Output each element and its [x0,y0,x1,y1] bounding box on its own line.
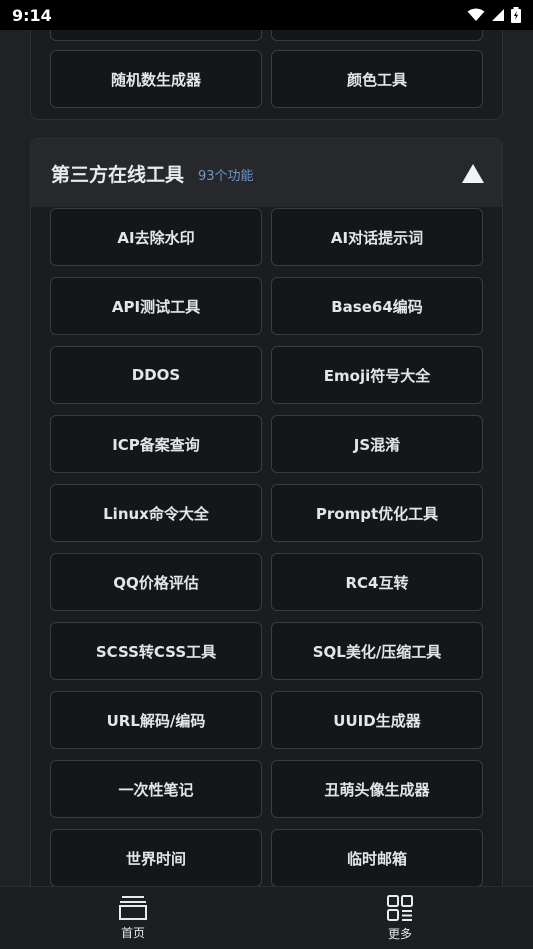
tool-button[interactable]: Emoji符号大全 [271,346,483,404]
tool-button-label: Emoji符号大全 [323,366,431,385]
tool-button-label: 颜色工具 [346,70,407,89]
tool-button[interactable]: AI对话提示词 [271,208,483,266]
tool-button[interactable]: Base64编码 [271,277,483,335]
tool-button-label: 临时邮箱 [346,849,407,868]
tool-button-partial[interactable] [50,30,262,41]
battery-icon [511,7,521,23]
home-icon [119,895,147,920]
tool-button[interactable]: QQ价格评估 [50,553,262,611]
section-count: 93个功能 [198,169,254,184]
tool-button[interactable]: Prompt优化工具 [271,484,483,542]
tool-button[interactable]: AI去除水印 [50,208,262,266]
bottom-nav: 首页 更多 [0,886,533,949]
section-header[interactable]: 第三方在线工具 93个功能 [31,139,502,207]
tool-button-label: AI去除水印 [117,228,195,247]
tool-button[interactable]: SCSS转CSS工具 [50,622,262,680]
tool-button[interactable]: API测试工具 [50,277,262,335]
tool-button-label: DDOS [131,366,181,384]
status-icons [467,7,521,23]
tool-button[interactable]: 临时邮箱 [271,829,483,886]
tool-button-label: JS混淆 [353,435,401,454]
tool-button-partial[interactable] [271,30,483,41]
tool-button[interactable]: UUID生成器 [271,691,483,749]
nav-item-more[interactable]: 更多 [340,887,460,949]
tool-button[interactable]: RC4互转 [271,553,483,611]
tool-button-label: ICP备案查询 [112,435,200,454]
tool-button-label: Base64编码 [331,297,423,316]
tool-button-label: 一次性笔记 [118,780,194,799]
nav-item-home[interactable]: 首页 [73,887,193,949]
tool-button-label: Linux命令大全 [103,504,209,523]
grid-icon [387,894,413,921]
wifi-icon [467,8,485,21]
section-title: 第三方在线工具 [51,163,185,186]
content-scroll[interactable]: 随机数生成器 颜色工具 第三方在线工具 93个功能 AI去除水印 AI对话提示词 A… [0,30,533,886]
tool-button[interactable]: 随机数生成器 [50,50,262,108]
tool-button[interactable]: JS混淆 [271,415,483,473]
section-card-third-party: 第三方在线工具 93个功能 AI去除水印 AI对话提示词 API测试工具 Base64… [30,138,503,886]
tool-button-label: SQL美化/压缩工具 [312,642,442,661]
tool-button[interactable]: 丑萌头像生成器 [271,760,483,818]
tool-button-label: AI对话提示词 [330,228,424,247]
tool-button-label: 丑萌头像生成器 [324,780,430,799]
status-bar: 9:14 [0,0,533,30]
tool-button[interactable]: ICP备案查询 [50,415,262,473]
tool-button-label: 世界时间 [125,849,186,868]
collapse-triangle-icon[interactable] [462,164,484,183]
tool-button[interactable]: 一次性笔记 [50,760,262,818]
tool-button-label: 随机数生成器 [110,70,201,89]
tool-button-label: UUID生成器 [333,711,421,730]
tool-button[interactable]: 世界时间 [50,829,262,886]
tool-button-label: RC4互转 [345,573,409,592]
nav-label-more: 更多 [387,926,412,941]
tool-button-label: Prompt优化工具 [315,504,439,523]
section-card-prev: 随机数生成器 颜色工具 [30,30,503,120]
tool-button[interactable]: SQL美化/压缩工具 [271,622,483,680]
tool-button[interactable]: 颜色工具 [271,50,483,108]
tool-button-label: URL解码/编码 [106,711,206,730]
status-time: 9:14 [12,5,52,25]
tool-button-label: API测试工具 [111,297,201,316]
signal-icon [492,9,504,21]
tool-button[interactable]: Linux命令大全 [50,484,262,542]
tool-button[interactable]: URL解码/编码 [50,691,262,749]
tool-button[interactable]: DDOS [50,346,262,404]
nav-label-home: 首页 [120,925,145,940]
tool-button-label: SCSS转CSS工具 [95,642,217,661]
tool-button-label: QQ价格评估 [113,573,199,592]
